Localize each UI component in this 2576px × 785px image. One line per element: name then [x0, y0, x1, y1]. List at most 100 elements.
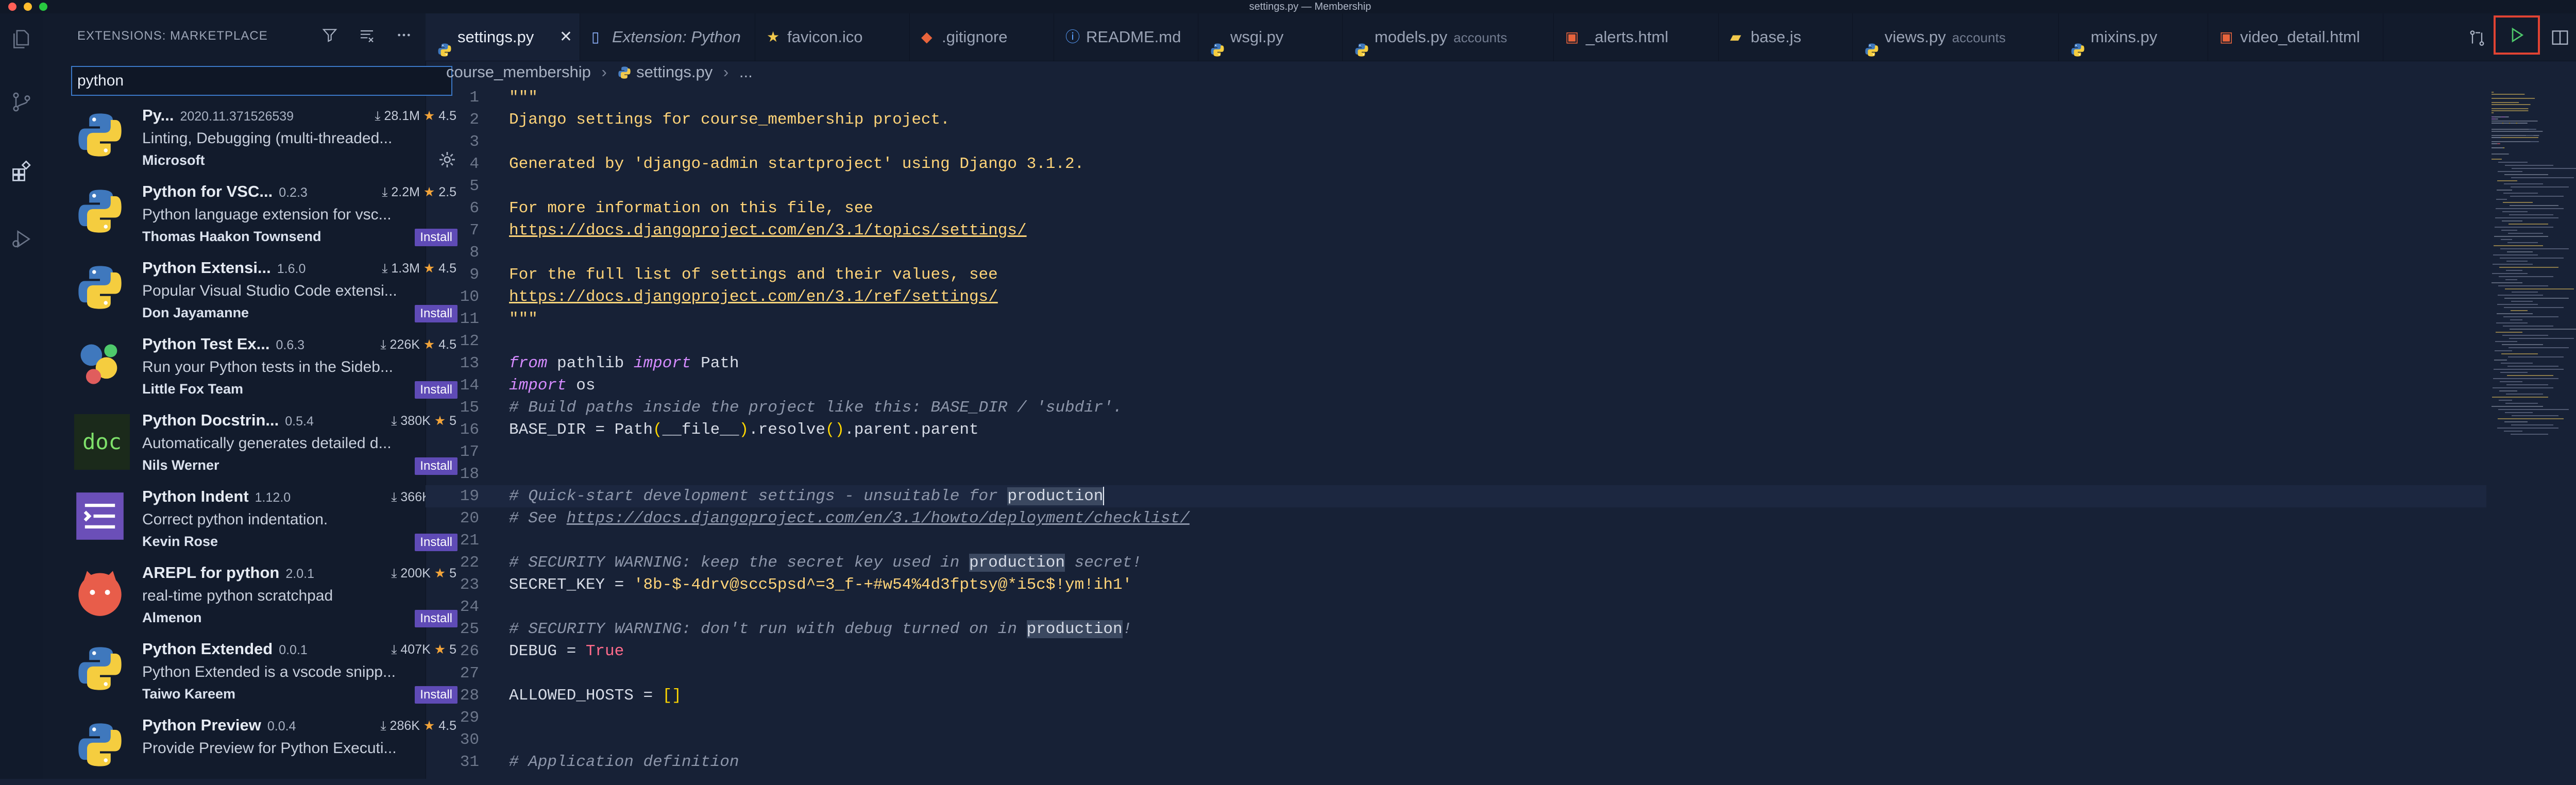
extension-name[interactable]: Py... 2020.11.371526539 — [142, 106, 294, 125]
code-line[interactable]: 17 — [426, 441, 2486, 463]
code-line[interactable]: 5 — [426, 175, 2486, 197]
extension-item[interactable]: Py... 2020.11.371526539 ⤓ 28.1M ★ 4.5 Linti… — [71, 99, 463, 175]
code-line[interactable]: 19 # Quick-start development settings - u… — [426, 485, 2486, 507]
extension-item[interactable]: Python for VSC... 0.2.3 ⤓ 2.2M ★ 2.5 Python… — [71, 175, 463, 251]
code-line[interactable]: 20 # See https://docs.djangoproject.com/e… — [426, 507, 2486, 530]
code-line[interactable]: 12 — [426, 330, 2486, 352]
code-line[interactable]: 26 DEBUG = True — [426, 640, 2486, 662]
extension-name[interactable]: Python Extensi... 1.6.0 — [142, 259, 306, 277]
extension-name[interactable]: Python Extended 0.0.1 — [142, 640, 308, 658]
code-line[interactable]: 7 https://docs.djangoproject.com/en/3.1/t… — [426, 219, 2486, 242]
code-token[interactable]: https://docs.djangoproject.com/en/3.1/re… — [509, 288, 998, 306]
run-debug-icon[interactable] — [10, 228, 33, 250]
extension-item[interactable]: doc Python Docstrin... 0.5.4 ⤓ 380K ★ 5 Auto… — [71, 404, 463, 480]
code-line[interactable]: 2 Django settings for course_membership p… — [426, 109, 2486, 131]
code-line[interactable]: 27 — [426, 662, 2486, 685]
close-window-button[interactable] — [8, 3, 16, 11]
code-token: ALLOWED_HOSTS = — [509, 687, 663, 705]
tab-label-text: models.py — [1375, 28, 1448, 46]
code-line[interactable]: 25 # SECURITY WARNING: don't run with deb… — [426, 618, 2486, 640]
minimap-line — [2502, 344, 2543, 345]
download-icon: ⤓ — [380, 337, 390, 352]
explorer-icon[interactable] — [10, 28, 33, 50]
code-editor[interactable]: 1 """ 2 Django settings for course_membersh… — [426, 87, 2486, 779]
extension-name[interactable]: Python Preview 0.0.4 — [142, 716, 296, 735]
code-line[interactable]: 4 Generated by 'django-admin startproject… — [426, 153, 2486, 175]
download-icon: ⤓ — [380, 719, 390, 733]
code-line[interactable]: 11 """ — [426, 308, 2486, 330]
tab-label-text: Extension: Python — [612, 28, 741, 46]
code-token: '8b-$-4drv@scc5psd^=3_f-+#w54%4d3fptsy@*… — [633, 576, 1132, 594]
extension-item[interactable]: Python Extended 0.0.1 ⤓ 407K ★ 5 Python Ext… — [71, 633, 463, 709]
extension-item[interactable]: Python Extensi... 1.6.0 ⤓ 1.3M ★ 4.5 Popula… — [71, 251, 463, 328]
code-line[interactable]: 30 — [426, 729, 2486, 751]
tab-base-js[interactable]: ▰ base.js — [1719, 13, 1853, 61]
minimap-line — [2492, 153, 2509, 155]
tab-extension-python[interactable]: ▯ Extension: Python — [580, 13, 755, 61]
extension-item[interactable]: Python Preview 0.0.4 ⤓ 286K ★ 4.5 Provide P… — [71, 709, 463, 785]
extension-name[interactable]: Python Test Ex... 0.6.3 — [142, 335, 304, 353]
code-line[interactable]: 15 # Build paths inside the project like … — [426, 397, 2486, 419]
extension-name[interactable]: Python Indent 1.12.0 — [142, 487, 291, 506]
code-line[interactable]: 29 — [426, 707, 2486, 729]
code-text: DEBUG = True — [509, 640, 624, 662]
breadcrumb-more[interactable]: ... — [739, 63, 753, 81]
breadcrumb-file[interactable]: settings.py — [636, 63, 713, 81]
extension-item[interactable]: AREPL for python 2.0.1 ⤓ 200K ★ 5 real-time… — [71, 556, 463, 633]
code-line[interactable]: 24 — [426, 596, 2486, 618]
tab-models-py[interactable]: models.py accounts — [1343, 13, 1554, 61]
split-editor-icon[interactable] — [2550, 28, 2570, 47]
more-actions-icon[interactable] — [396, 27, 412, 43]
extension-name[interactable]: Python Docstrin... 0.5.4 — [142, 411, 314, 430]
code-token[interactable]: https://docs.djangoproject.com/en/3.1/to… — [509, 221, 1027, 240]
tab-readme-md[interactable]: ⓘ README.md — [1054, 13, 1198, 61]
extension-search-input[interactable]: python — [71, 66, 452, 96]
code-text: import os — [509, 374, 595, 397]
code-line[interactable]: 13 from pathlib import Path — [426, 352, 2486, 374]
code-token: For more information on this file, see — [509, 199, 873, 217]
code-token[interactable]: https://docs.djangoproject.com/en/3.1/ho… — [567, 509, 1190, 527]
extension-item[interactable]: Python Indent1.12.0⤓ 366K ★ 5Correct pyt… — [71, 480, 463, 556]
tab--alerts-html[interactable]: ▣ _alerts.html — [1554, 13, 1719, 61]
code-line[interactable]: 21 — [426, 530, 2486, 552]
tab-views-py[interactable]: views.py accounts — [1853, 13, 2059, 61]
tab-settings-py[interactable]: settings.py ✕ — [426, 13, 580, 61]
code-line[interactable]: 6 For more information on this file, see — [426, 197, 2486, 219]
tab-mixins-py[interactable]: mixins.py — [2059, 13, 2208, 61]
filter-icon[interactable] — [321, 27, 338, 43]
tab-label-text: mixins.py — [2091, 28, 2158, 46]
extension-name-text: Py... — [142, 106, 174, 124]
minimap-line — [2496, 332, 2522, 333]
source-control-icon[interactable] — [10, 91, 33, 113]
code-line[interactable]: 22 # SECURITY WARNING: keep the secret ke… — [426, 552, 2486, 574]
run-python-file-button[interactable] — [2494, 15, 2540, 55]
code-line[interactable]: 3 — [426, 131, 2486, 153]
code-line[interactable]: 18 — [426, 463, 2486, 485]
code-line[interactable]: 1 """ — [426, 87, 2486, 109]
code-line[interactable]: 9 For the full list of settings and their… — [426, 264, 2486, 286]
clear-results-icon[interactable] — [359, 27, 375, 43]
code-line[interactable]: 16 BASE_DIR = Path(__file__).resolve().pa… — [426, 419, 2486, 441]
tab-favicon-ico[interactable]: ★ favicon.ico — [755, 13, 910, 61]
extension-name[interactable]: AREPL for python 2.0.1 — [142, 564, 314, 582]
minimize-window-button[interactable] — [24, 3, 32, 11]
tab-wsgi-py[interactable]: wsgi.py — [1198, 13, 1343, 61]
tab-video-detail-html[interactable]: ▣ video_detail.html — [2208, 13, 2383, 61]
minimap-line — [2506, 394, 2543, 395]
compare-changes-icon[interactable] — [2468, 29, 2486, 47]
extensions-icon[interactable] — [10, 160, 33, 182]
code-line[interactable]: 14 import os — [426, 374, 2486, 397]
close-tab-icon[interactable]: ✕ — [560, 13, 572, 61]
extension-item[interactable]: Python Test Ex... 0.6.3 ⤓ 226K ★ 4.5 Run yo… — [71, 328, 463, 404]
minimap-line — [2500, 248, 2569, 249]
code-line[interactable]: 10 https://docs.djangoproject.com/en/3.1/… — [426, 286, 2486, 308]
code-line[interactable]: 28 ALLOWED_HOSTS = [] — [426, 685, 2486, 707]
tab--gitignore[interactable]: ◆ .gitignore — [910, 13, 1054, 61]
minimap[interactable] — [2486, 87, 2576, 777]
zoom-window-button[interactable] — [39, 3, 47, 11]
code-line[interactable]: 31 # Application definition — [426, 751, 2486, 773]
code-line[interactable]: 23 SECRET_KEY = '8b-$-4drv@scc5psd^=3_f-+… — [426, 574, 2486, 596]
extension-name[interactable]: Python for VSC... 0.2.3 — [142, 182, 308, 201]
code-line[interactable]: 8 — [426, 242, 2486, 264]
breadcrumb-folder[interactable]: course_membership — [446, 63, 591, 81]
